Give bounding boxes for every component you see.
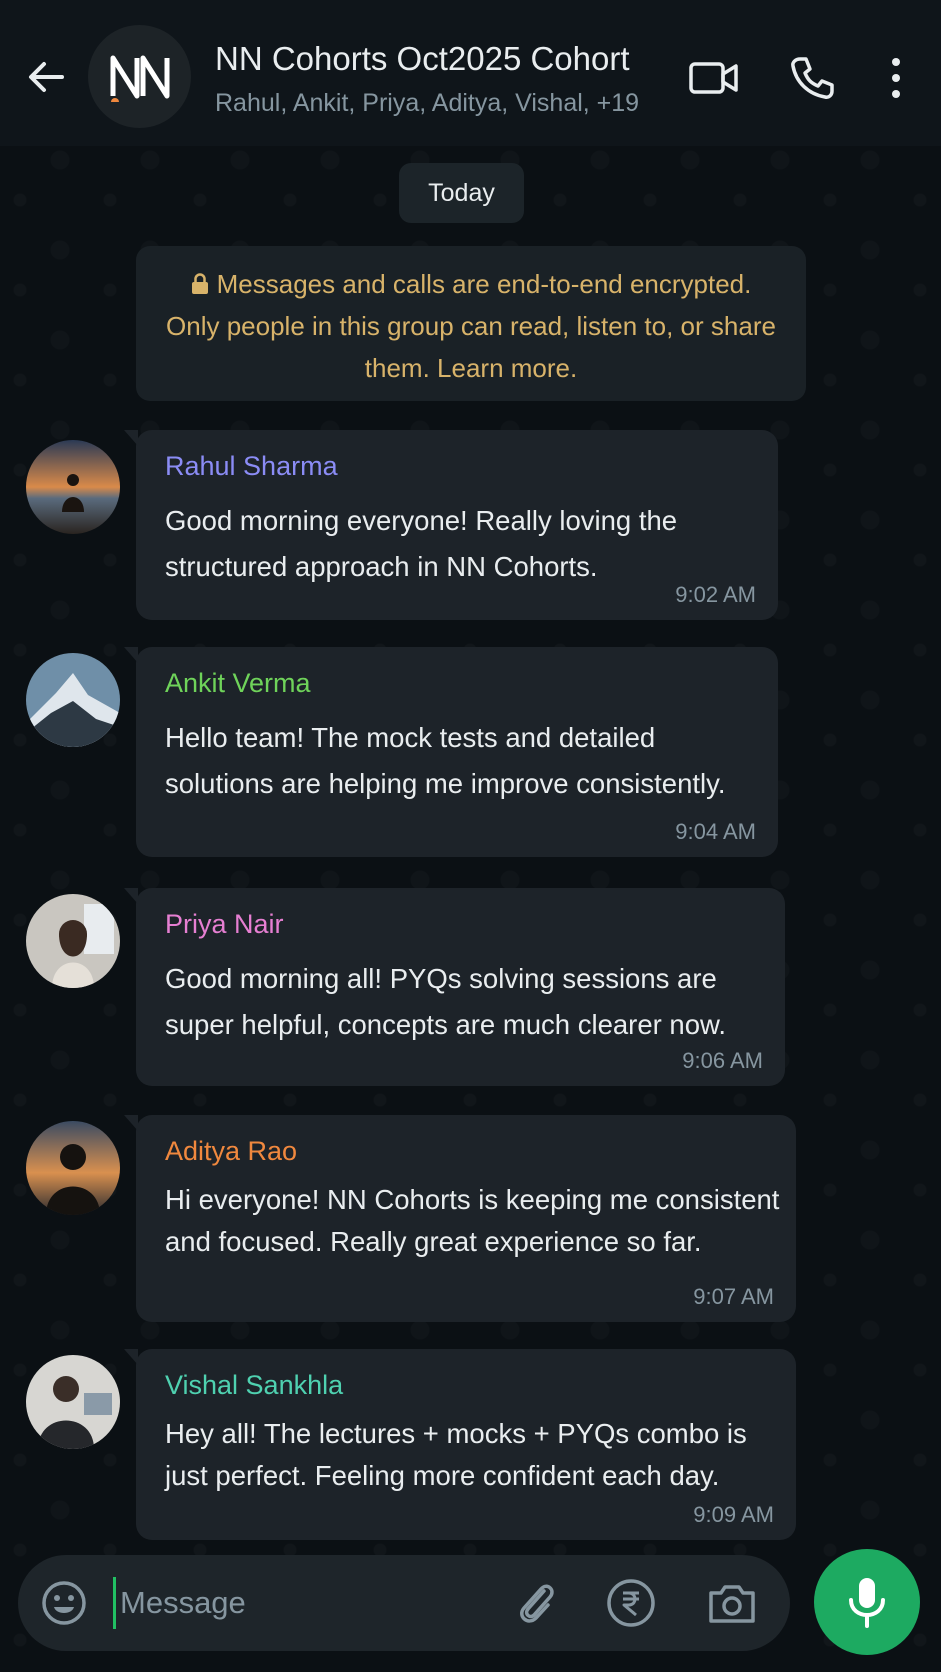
camera-icon: [709, 1585, 755, 1623]
more-options-icon: [892, 58, 900, 98]
avatar-image: [26, 440, 120, 534]
message-bubble[interactable]: Priya Nair Good morning all! PYQs solvin…: [124, 888, 785, 1086]
avatar-priya-nair[interactable]: [26, 894, 120, 988]
avatar-image: [26, 1355, 120, 1449]
sender-name[interactable]: Priya Nair: [165, 908, 757, 940]
mic-icon: [849, 1578, 885, 1628]
back-button[interactable]: [22, 52, 72, 102]
attach-icon: [520, 1584, 554, 1623]
group-logo: [110, 55, 169, 102]
sender-name[interactable]: Rahul Sharma: [165, 450, 750, 482]
message-bubble[interactable]: Rahul Sharma Good morning everyone! Real…: [124, 430, 778, 620]
video-call-button[interactable]: [686, 50, 742, 106]
emoji-button[interactable]: [40, 1579, 88, 1627]
sender-name[interactable]: Ankit Verma: [165, 667, 750, 699]
message-time: 9:04 AM: [675, 819, 756, 844]
avatar-rahul-sharma[interactable]: [26, 440, 120, 534]
message-input[interactable]: [113, 1577, 503, 1629]
back-arrow-icon: [29, 62, 64, 92]
voice-call-button[interactable]: [784, 50, 840, 106]
message-bubble[interactable]: Vishal Sankhla Hey all! The lectures + m…: [124, 1349, 796, 1540]
group-members-list[interactable]: Rahul, Ankit, Priya, Aditya, Vishal, +19: [215, 89, 639, 118]
emoji-icon: [42, 1581, 86, 1625]
phone-icon: [791, 57, 834, 99]
avatar-image: [26, 1121, 120, 1215]
message-composer: [18, 1555, 790, 1651]
message-time: 9:09 AM: [693, 1502, 774, 1527]
sender-name[interactable]: Vishal Sankhla: [165, 1369, 768, 1401]
encryption-notice[interactable]: Messages and calls are end-to-end encryp…: [136, 246, 806, 401]
avatar-vishal-sankhla[interactable]: [26, 1355, 120, 1449]
message-time: 9:02 AM: [675, 582, 756, 607]
message-text: Hello team! The mock tests and detailed …: [165, 722, 726, 799]
voice-message-button[interactable]: [814, 1549, 920, 1655]
message-text: Good morning all! PYQs solving sessions …: [165, 963, 726, 1040]
camera-button[interactable]: [706, 1577, 758, 1629]
payment-button[interactable]: [605, 1577, 657, 1629]
group-avatar[interactable]: [88, 25, 191, 128]
sender-name[interactable]: Aditya Rao: [165, 1135, 768, 1167]
more-options-button[interactable]: [872, 50, 920, 106]
chat-header: NN Cohorts Oct2025 Cohort Rahul, Ankit, …: [0, 0, 941, 146]
avatar-image: [26, 894, 120, 988]
message-text: Good morning everyone! Really loving the…: [165, 505, 678, 582]
message-time: 9:06 AM: [682, 1048, 763, 1073]
group-title[interactable]: NN Cohorts Oct2025 Cohort: [215, 40, 630, 78]
message-text: Hi everyone! NN Cohorts is keeping me co…: [165, 1184, 780, 1257]
message-text: Hey all! The lectures + mocks + PYQs com…: [165, 1418, 747, 1491]
encryption-notice-text: Messages and calls are end-to-end encryp…: [166, 269, 776, 383]
message-bubble[interactable]: Aditya Rao Hi everyone! NN Cohorts is ke…: [124, 1115, 796, 1322]
message-time: 9:07 AM: [693, 1284, 774, 1309]
avatar-ankit-verma[interactable]: [26, 653, 120, 747]
rupee-icon: [607, 1579, 655, 1627]
lock-icon: [191, 273, 208, 294]
attach-button[interactable]: [510, 1577, 562, 1629]
avatar-aditya-rao[interactable]: [26, 1121, 120, 1215]
message-bubble[interactable]: Ankit Verma Hello team! The mock tests a…: [124, 647, 778, 857]
video-call-icon: [689, 62, 738, 94]
avatar-image: [26, 653, 120, 747]
date-chip: Today: [399, 163, 524, 223]
